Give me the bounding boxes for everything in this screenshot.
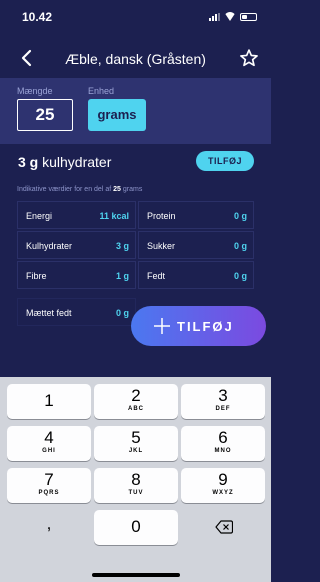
nutrition-cell-sugar: Sukker 0 g <box>138 231 254 259</box>
key-digit: 2 <box>131 386 141 405</box>
nutrition-value: 1 g <box>115 271 129 281</box>
unit-label: Enhed <box>88 86 115 96</box>
key-8[interactable]: 8 TUV <box>94 468 178 503</box>
quantity-section: Mængde Enhed 25 grams <box>0 78 271 144</box>
nutrition-label: Sukker <box>147 241 176 251</box>
plus-icon <box>154 318 170 334</box>
portion-info: Indikative værdier for en del af 25 gram… <box>17 186 142 193</box>
chevron-left-icon[interactable] <box>18 48 36 68</box>
nutrition-cell-carbs: Kulhydrater 3 g <box>17 231 136 259</box>
nutrition-value: 11 kcal <box>99 211 129 221</box>
nutrition-cell-fat: Fedt 0 g <box>138 261 254 289</box>
key-0[interactable]: 0 <box>94 510 178 545</box>
key-letters: DEF <box>215 406 231 412</box>
wifi-icon <box>224 12 236 21</box>
nutrition-value: 0 g <box>233 271 247 281</box>
portion-info-amount: 25 <box>113 186 121 193</box>
nutrition-label: Fedt <box>147 271 166 281</box>
portion-info-prefix: Indikative værdier for en del af <box>17 186 112 193</box>
key-letters: WXYZ <box>212 490 234 496</box>
key-digit: 5 <box>131 428 141 447</box>
add-carbs-button[interactable]: TILFØJ <box>196 151 254 171</box>
add-food-label: TILFØJ <box>177 319 234 334</box>
home-indicator[interactable] <box>92 573 180 577</box>
signal-icon <box>209 12 220 21</box>
nutrition-label: Kulhydrater <box>26 241 73 251</box>
quantity-input[interactable]: 25 <box>17 99 73 131</box>
nutrition-cell-protein: Protein 0 g <box>138 201 254 229</box>
carbs-row: 3 g kulhydrater TILFØJ <box>0 144 271 180</box>
nutrition-value: 0 g <box>115 308 129 318</box>
key-letters: JKL <box>128 448 144 454</box>
key-letters: GHI <box>42 448 56 454</box>
nutrition-cell-saturated-fat: Mættet fedt 0 g <box>17 298 136 326</box>
key-delete[interactable] <box>181 510 265 545</box>
carbs-amount: 3 g <box>18 154 39 170</box>
battery-icon <box>240 12 257 21</box>
key-digit: 3 <box>218 386 228 405</box>
key-digit: , <box>46 514 52 533</box>
nutrition-label: Protein <box>147 211 176 221</box>
key-2[interactable]: 2 ABC <box>94 384 178 419</box>
status-time: 10.42 <box>22 10 53 24</box>
key-7[interactable]: 7 PQRS <box>7 468 91 503</box>
key-9[interactable]: 9 WXYZ <box>181 468 265 503</box>
key-digit: 8 <box>131 470 141 489</box>
key-4[interactable]: 4 GHI <box>7 426 91 461</box>
key-digit: 0 <box>131 517 141 536</box>
key-digit: 9 <box>218 470 228 489</box>
key-digit: 6 <box>218 428 228 447</box>
status-icons <box>209 12 257 21</box>
key-digit: 1 <box>44 391 54 410</box>
nutrition-cell-energy: Energi 11 kcal <box>17 201 136 229</box>
carbs-summary: 3 g kulhydrater <box>18 154 111 170</box>
add-food-button[interactable]: TILFØJ <box>131 306 266 346</box>
key-comma[interactable]: , <box>7 510 91 545</box>
carbs-label: kulhydrater <box>42 154 112 170</box>
nutrition-label: Fibre <box>26 271 47 281</box>
nav-bar: Æble, dansk (Gråsten) <box>0 40 271 78</box>
key-letters: TUV <box>128 490 144 496</box>
page-title: Æble, dansk (Gråsten) <box>65 51 206 67</box>
numeric-keypad: 1 2 ABC 3 DEF 4 GHI 5 JKL 6 MNO 7 PQRS 8… <box>0 377 271 582</box>
key-1[interactable]: 1 <box>7 384 91 419</box>
nutrition-label: Mættet fedt <box>26 308 72 318</box>
portion-info-suffix: grams <box>122 186 143 193</box>
key-3[interactable]: 3 DEF <box>181 384 265 419</box>
key-letters: ABC <box>128 406 144 412</box>
star-outline-icon[interactable] <box>239 48 259 68</box>
quantity-label: Mængde <box>17 86 53 96</box>
unit-button[interactable]: grams <box>88 99 146 131</box>
key-letters: MNO <box>214 448 232 454</box>
nutrition-value: 3 g <box>115 241 129 251</box>
key-6[interactable]: 6 MNO <box>181 426 265 461</box>
key-digit: 7 <box>44 470 54 489</box>
key-letters: PQRS <box>38 490 60 496</box>
nutrition-cell-fibre: Fibre 1 g <box>17 261 136 289</box>
nutrition-value: 0 g <box>233 241 247 251</box>
backspace-icon <box>215 520 233 534</box>
key-digit: 4 <box>44 428 54 447</box>
nutrition-label: Energi <box>26 211 53 221</box>
nutrition-value: 0 g <box>233 211 247 221</box>
status-bar: 10.42 <box>0 0 271 34</box>
key-5[interactable]: 5 JKL <box>94 426 178 461</box>
